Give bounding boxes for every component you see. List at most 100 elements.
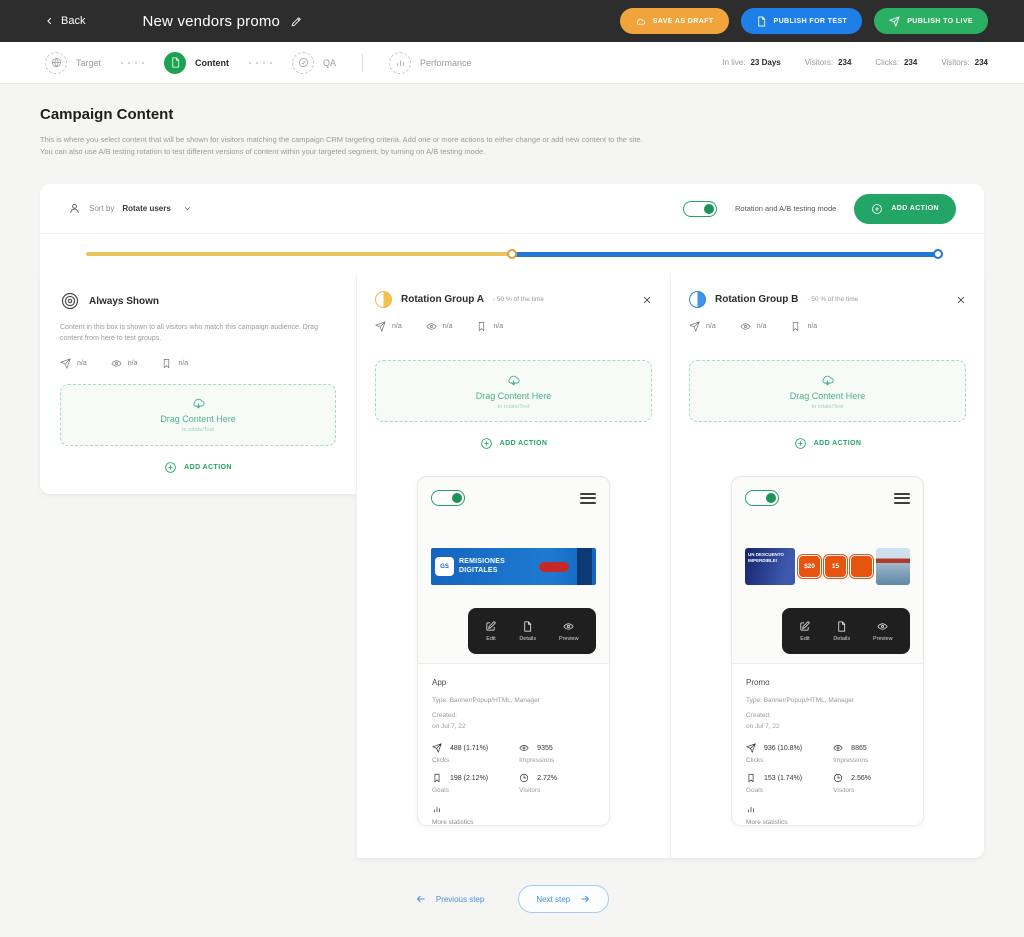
clock-icon (833, 773, 843, 783)
step-performance[interactable]: Performance (389, 52, 472, 74)
dropzone-title: Drag Content Here (790, 391, 866, 401)
wizard-stepper: Target Content QA Performance In live:23… (0, 42, 1024, 84)
column-metrics: n/a n/a n/a (689, 321, 966, 332)
banner-remisiones-digitales: GS REMISIONES DIGITALES (431, 548, 596, 585)
add-action-ghost-button[interactable]: ADD ACTION (375, 437, 652, 450)
chevron-left-icon (45, 16, 55, 26)
stat-visitors: 2.72% Visitors (519, 773, 595, 801)
eye-icon (563, 621, 574, 632)
ab-testing-toggle-label: Rotation and A/B testing mode (735, 204, 836, 213)
step-qa[interactable]: QA (292, 52, 336, 74)
eye-icon (426, 321, 437, 332)
details-button[interactable]: Details (519, 621, 536, 642)
content-enabled-toggle[interactable] (431, 490, 465, 506)
content-name: App (432, 678, 595, 687)
clock-icon (519, 773, 529, 783)
sort-by-dropdown[interactable]: Sort by Rotate users (68, 202, 192, 215)
drag-content-dropzone[interactable]: Drag Content Here to rotate/Test (689, 360, 966, 422)
toolbar-right: Rotation and A/B testing mode ADD ACTION (683, 194, 956, 224)
banner-badge-15: 15 (824, 555, 847, 578)
close-group-button[interactable] (956, 295, 966, 305)
menu-icon[interactable] (894, 490, 910, 506)
campaign-content-card: Sort by Rotate users Rotation and A/B te… (40, 184, 984, 858)
step-content[interactable]: Content (164, 52, 229, 74)
slider-handle-mid[interactable] (507, 249, 517, 259)
column-title: Always Shown (89, 296, 159, 307)
drag-content-dropzone[interactable]: Drag Content Here to rotate/Test (60, 384, 336, 446)
metric-goals: n/a (476, 321, 503, 332)
banner-text: REMISIONES DIGITALES (459, 558, 534, 575)
rotation-split-slider[interactable] (86, 249, 938, 259)
column-header: Always Shown (60, 291, 336, 311)
add-action-ghost-button[interactable]: ADD ACTION (689, 437, 966, 450)
live-stats: In live:23 Days Visitors:234 Clicks:234 … (722, 58, 988, 67)
more-statistics-link[interactable]: More statistics (432, 804, 595, 826)
preview-button[interactable]: Preview (559, 621, 579, 642)
content-enabled-toggle[interactable] (745, 490, 779, 506)
edit-icon (485, 621, 496, 632)
plus-circle-icon (871, 203, 883, 215)
bullseye-icon (60, 291, 80, 311)
close-icon (642, 295, 652, 305)
details-button[interactable]: Details (833, 621, 850, 642)
stat-goals: 198 (2.12%) Goals (432, 773, 519, 801)
chevron-down-icon (183, 204, 192, 213)
slider-handle-end[interactable] (933, 249, 943, 259)
stat-clicks: 936 (10.8%) Clicks (746, 743, 833, 771)
ab-testing-toggle[interactable] (683, 201, 717, 217)
step-qa-label: QA (323, 58, 336, 68)
bar-chart-icon (746, 804, 756, 814)
column-title: Rotation Group A (401, 294, 484, 305)
add-action-label: ADD ACTION (184, 464, 232, 471)
eye-icon (833, 743, 843, 753)
more-statistics-link[interactable]: More statistics (746, 804, 909, 826)
add-action-label: ADD ACTION (814, 440, 862, 447)
column-share: - 50 % of the time (807, 296, 858, 303)
half-circle-yellow-icon (375, 291, 392, 308)
content-type: Type: Banner/Popup/HTML, Manager (746, 697, 909, 704)
column-rotation-group-a: Rotation Group A - 50 % of the time n/a … (356, 275, 670, 858)
save-as-draft-button[interactable]: SAVE AS DRAFT (620, 8, 729, 34)
step-content-label: Content (195, 58, 229, 68)
globe-icon (45, 52, 67, 74)
metric-impressions: n/a (111, 358, 138, 369)
edit-button[interactable]: Edit (485, 621, 496, 642)
banner-badge-extra (850, 555, 873, 578)
step-target[interactable]: Target (45, 52, 101, 74)
publish-to-live-button[interactable]: PUBLISH TO LIVE (874, 8, 988, 34)
document-icon (522, 621, 533, 632)
edit-button[interactable]: Edit (799, 621, 810, 642)
page-head: Campaign Content This is where you selec… (0, 84, 1024, 157)
document-icon (164, 52, 186, 74)
check-circle-icon (292, 52, 314, 74)
pencil-icon[interactable] (290, 15, 303, 28)
content-name: Promo (746, 678, 909, 687)
preview-button[interactable]: Preview (873, 621, 893, 642)
step-performance-label: Performance (420, 58, 472, 68)
paper-plane-icon (689, 321, 700, 332)
back-button[interactable]: Back (45, 15, 85, 27)
banner-badge-20: $20 (798, 555, 821, 578)
bar-chart-icon (432, 804, 442, 814)
dropzone-subtitle: to rotate/Test (182, 427, 214, 433)
bookmark-icon (476, 321, 487, 332)
step-target-label: Target (76, 58, 101, 68)
add-action-ghost-button[interactable]: ADD ACTION (60, 461, 336, 474)
preview-card-actions: Edit Details Preview (782, 608, 910, 654)
column-header: Rotation Group A - 50 % of the time (375, 291, 652, 308)
slider-segment-group-a (86, 252, 512, 256)
publish-for-test-label: PUBLISH FOR TEST (774, 18, 848, 25)
drag-content-dropzone[interactable]: Drag Content Here to rotate/Test (375, 360, 652, 422)
metric-goals: n/a (790, 321, 817, 332)
step-separator-dots (249, 62, 272, 64)
add-action-button[interactable]: ADD ACTION (854, 194, 956, 224)
stat-goals: 153 (1.74%) Goals (746, 773, 833, 801)
banner-logo: GS (435, 557, 454, 576)
next-step-button[interactable]: Next step (518, 885, 609, 913)
close-group-button[interactable] (642, 295, 652, 305)
previous-step-button[interactable]: Previous step (415, 893, 484, 905)
rotation-split-slider-row (40, 234, 984, 275)
publish-for-test-button[interactable]: PUBLISH FOR TEST (741, 8, 863, 34)
metric-sends: n/a (375, 321, 402, 332)
menu-icon[interactable] (580, 490, 596, 506)
